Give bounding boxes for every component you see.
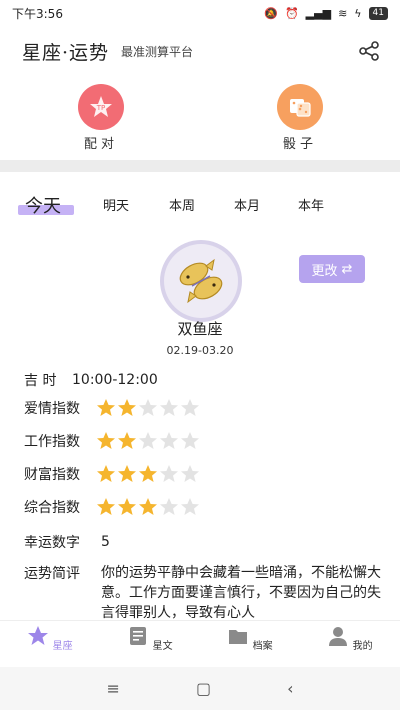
star-empty-icon <box>181 399 199 416</box>
tab-tomorrow[interactable]: 明天 <box>103 195 129 214</box>
star-empty-icon <box>139 432 157 449</box>
pair-button[interactable]: TP 配对 <box>66 84 136 152</box>
change-sign-button[interactable]: 更改 ⇄ <box>299 255 365 283</box>
rating-label: 工作指数 <box>24 434 80 450</box>
home-icon[interactable]: ▢ <box>196 679 211 698</box>
change-sign-label: 更改 <box>311 263 338 279</box>
document-icon <box>130 627 147 645</box>
nav-label: 星座 <box>52 641 73 652</box>
nav-label: 我的 <box>352 641 373 652</box>
app-subtitle: 最准测算平台 <box>121 44 194 59</box>
period-tabs: 今天 明天 本周 本月 本年 <box>0 190 400 220</box>
lucky-number-row: 幸运数字 5 <box>24 532 110 552</box>
mute-icon: 🔕 <box>264 6 278 20</box>
status-icons: 🔕 ⏰ ▂▄▆ ≋ ϟ 41 <box>264 6 388 20</box>
dice-button[interactable]: 骰子 <box>265 84 335 152</box>
system-nav-bar: ≡ ▢ ‹ <box>0 667 400 710</box>
status-bar: 下午3:56 🔕 ⏰ ▂▄▆ ≋ ϟ 41 <box>0 0 400 26</box>
back-icon[interactable]: ‹ <box>287 679 293 698</box>
dice-label: 骰子 <box>282 137 317 152</box>
tab-week[interactable]: 本周 <box>169 195 195 214</box>
menu-icon[interactable]: ≡ <box>107 679 120 698</box>
dice-icon <box>277 84 323 130</box>
pair-label: 配对 <box>83 137 118 152</box>
star-rating <box>96 431 200 451</box>
star-rating <box>96 464 200 484</box>
app-title: 星座·运势 <box>22 41 110 64</box>
bottom-nav: 星座 星文 档案 我的 <box>0 620 400 666</box>
lucky-time-row: 吉 时 10:00-12:00 <box>24 370 158 390</box>
refresh-icon: ⇄ <box>341 261 353 277</box>
lucky-number-label: 幸运数字 <box>24 535 80 551</box>
star-empty-icon <box>181 498 199 515</box>
star-filled-icon <box>97 432 115 449</box>
nav-profile[interactable]: 我的 <box>320 625 380 652</box>
rating-row-overall: 综合指数 <box>24 497 200 517</box>
alarm-icon: ⏰ <box>284 6 299 20</box>
star-rating <box>96 497 200 517</box>
pair-icon: TP <box>78 84 124 130</box>
wifi-icon: ≋ <box>338 6 348 20</box>
sign-name: 双鱼座 <box>177 320 223 338</box>
star-filled-icon <box>118 465 136 482</box>
pisces-icon <box>164 244 238 318</box>
star-filled-icon <box>118 432 136 449</box>
share-icon[interactable] <box>358 40 380 62</box>
nav-label: 档案 <box>252 641 273 652</box>
sign-avatar <box>160 240 242 322</box>
star-filled-icon <box>139 498 157 515</box>
rating-row-wealth: 财富指数 <box>24 464 200 484</box>
section-divider <box>0 160 400 172</box>
summary-row: 运势简评 <box>24 563 96 583</box>
star-empty-icon <box>160 399 178 416</box>
app-header: 星座·运势 最准测算平台 <box>0 26 400 76</box>
lucky-time-label: 吉 时 <box>24 373 57 389</box>
star-empty-icon <box>160 498 178 515</box>
nav-articles[interactable]: 星文 <box>120 625 180 652</box>
rating-label: 财富指数 <box>24 467 80 483</box>
rating-label: 综合指数 <box>24 500 80 516</box>
user-icon <box>329 627 348 646</box>
summary-text: 你的运势平静中会藏着一些暗涌，不能松懈大意。工作方面要谨言慎行，不要因为自己的失… <box>101 565 381 621</box>
star-rating <box>96 398 200 418</box>
star-empty-icon <box>160 432 178 449</box>
folder-icon <box>229 630 248 644</box>
svg-text:TP: TP <box>96 104 106 112</box>
tab-year[interactable]: 本年 <box>298 195 324 214</box>
star-filled-icon <box>97 465 115 482</box>
sign-dates: 02.19-03.20 <box>166 344 234 357</box>
star-empty-icon <box>160 465 178 482</box>
nav-label: 星文 <box>152 641 173 652</box>
tab-today[interactable]: 今天 <box>25 192 61 218</box>
nav-horoscope[interactable]: 星座 <box>20 625 80 652</box>
star-filled-icon <box>118 498 136 515</box>
rating-row-work: 工作指数 <box>24 431 200 451</box>
star-filled-icon <box>97 399 115 416</box>
summary-label: 运势简评 <box>24 566 80 582</box>
lucky-time-value: 10:00-12:00 <box>72 372 158 388</box>
star-filled-icon <box>118 399 136 416</box>
star-empty-icon <box>181 465 199 482</box>
charging-icon: ϟ <box>354 6 362 20</box>
star-icon <box>28 626 49 645</box>
star-filled-icon <box>97 498 115 515</box>
signal-icon: ▂▄▆ <box>305 6 332 20</box>
rating-row-love: 爱情指数 <box>24 398 200 418</box>
star-filled-icon <box>139 465 157 482</box>
lucky-number-value: 5 <box>101 534 110 550</box>
battery-indicator: 41 <box>368 6 388 20</box>
star-empty-icon <box>181 432 199 449</box>
quick-actions: TP 配对 骰子 <box>0 84 400 154</box>
rating-label: 爱情指数 <box>24 401 80 417</box>
star-empty-icon <box>139 399 157 416</box>
nav-archive[interactable]: 档案 <box>220 625 280 652</box>
status-time: 下午3:56 <box>12 6 63 21</box>
tab-month[interactable]: 本月 <box>234 195 260 214</box>
